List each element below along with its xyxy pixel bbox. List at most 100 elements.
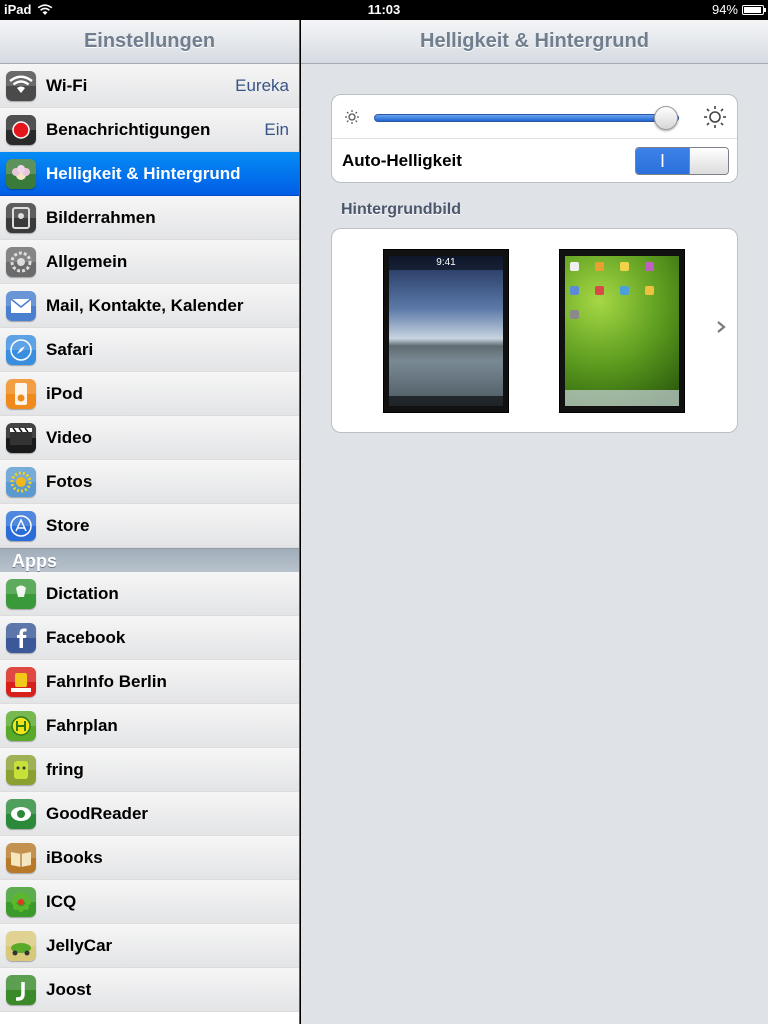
sidebar-item-allgemein[interactable]: Allgemein [0,240,299,284]
app-item-label: Dictation [46,583,119,603]
dragon-dictation-icon [6,578,36,609]
auto-brightness-toggle[interactable]: I [635,147,729,175]
app-item-goodreader[interactable]: GoodReader [0,792,299,836]
app-item-fahrinfo-berlin[interactable]: FahrInfo Berlin [0,660,299,704]
home-app-icon [595,262,604,271]
sidebar-item-label: Video [46,427,92,447]
home-app-icon [570,286,579,295]
fahrplan-icon [6,710,36,741]
safari-icon [6,334,36,365]
home-screen-wallpaper-preview[interactable] [559,249,685,413]
sidebar-item-label: Fotos [46,471,93,491]
picture-frame-icon [6,202,36,233]
facebook-icon [6,622,36,653]
home-app-icon [620,286,629,295]
settings-sidebar: Einstellungen Wi-Fi Eureka Benachrichtigun… [0,20,300,1024]
sidebar-item-label: Mail, Kontakte, Kalender [46,295,244,315]
sidebar-item-fotos[interactable]: Fotos [0,460,299,504]
brightness-group: Auto-Helligkeit I [331,94,738,183]
app-item-label: iBooks [46,847,103,867]
app-item-fahrplan[interactable]: Fahrplan [0,704,299,748]
sidebar-title: Einstellungen [0,20,299,64]
chevron-right-icon [717,321,726,333]
fring-icon [6,754,36,785]
status-time: 11:03 [367,2,401,17]
home-app-icon [595,286,604,295]
home-app-icon [570,262,579,271]
brightness-slider-thumb[interactable] [653,106,678,130]
sidebar-item-helligkeit-hintergrund[interactable]: Helligkeit & Hintergrund [0,152,299,196]
sun-large-icon [704,106,726,128]
joost-icon [6,974,36,1005]
auto-brightness-row: Auto-Helligkeit I [332,139,737,183]
notifications-icon [6,114,36,145]
icq-icon [6,886,36,917]
app-item-label: Joost [46,979,92,999]
home-app-icon [570,310,579,319]
auto-brightness-label: Auto-Helligkeit [342,151,462,170]
app-item-dictation[interactable]: Dictation [0,572,299,616]
sidebar-item-mail-kontakte-kalender[interactable]: Mail, Kontakte, Kalender [0,284,299,328]
app-store-icon [6,510,36,541]
app-item-label: GoodReader [46,803,149,823]
fahrinfo-icon [6,666,36,697]
gear-icon [6,246,36,277]
settings-list: Wi-Fi Eureka Benachrichtigungen Ein Helligke… [0,64,299,548]
app-item-label: Fahrplan [46,715,118,735]
mail-icon [6,290,36,321]
app-item-jellycar[interactable]: JellyCar [0,924,299,968]
wallpaper-group[interactable]: 9:41 [331,228,738,433]
lock-screen-wallpaper-preview[interactable]: 9:41 [383,249,509,413]
home-app-icon [645,262,654,271]
apps-list: Dictation Facebook FahrInfo Berlin Fahrplan… [0,572,299,1012]
app-item-label: JellyCar [46,935,113,955]
sidebar-item-ipod[interactable]: iPod [0,372,299,416]
sidebar-item-value: Ein [264,119,289,139]
sidebar-item-label: Allgemein [46,251,128,271]
sidebar-item-label: Wi-Fi [46,75,88,95]
sidebar-item-label: iPod [46,383,83,403]
brightness-slider-track[interactable] [374,114,679,122]
sidebar-item-value: Eureka [235,75,289,95]
toggle-knob [689,148,728,174]
app-item-joost[interactable]: Joost [0,968,299,1012]
status-bar: iPad 11:03 94% [0,0,768,20]
home-app-icon [620,262,629,271]
sidebar-item-safari[interactable]: Safari [0,328,299,372]
home-app-icon [645,286,654,295]
app-item-label: fring [46,759,84,779]
brightness-wallpaper-icon [6,158,36,189]
ipod-icon [6,378,36,409]
sidebar-item-label: Benachrichtigungen [46,119,211,139]
sidebar-item-label: Store [46,515,90,535]
sidebar-item-bilderrahmen[interactable]: Bilderrahmen [0,196,299,240]
video-icon [6,422,36,453]
apps-section-header: Apps [0,548,299,572]
battery-icon [742,4,766,15]
sidebar-item-store[interactable]: Store [0,504,299,548]
app-item-label: Facebook [46,627,126,647]
app-item-ibooks[interactable]: iBooks [0,836,299,880]
app-item-label: ICQ [46,891,77,911]
wifi-icon [6,70,36,101]
home-screen-dock [565,390,679,406]
toggle-on-glyph: I [636,148,689,174]
sidebar-item-label: Helligkeit & Hintergrund [46,163,241,183]
goodreader-icon [6,798,36,829]
sidebar-item-video[interactable]: Video [0,416,299,460]
app-item-facebook[interactable]: Facebook [0,616,299,660]
wallpaper-section-title: Hintergrundbild [341,201,461,218]
battery-percent: 94% [711,2,738,17]
app-item-label: FahrInfo Berlin [46,671,167,691]
sidebar-item-wi-fi[interactable]: Wi-Fi Eureka [0,64,299,108]
sidebar-item-label: Bilderrahmen [46,207,156,227]
lock-screen-clock: 9:41 [389,256,503,270]
app-item-fring[interactable]: fring [0,748,299,792]
sidebar-item-benachrichtigungen[interactable]: Benachrichtigungen Ein [0,108,299,152]
ibooks-icon [6,842,36,873]
photos-icon [6,466,36,497]
jellycar-icon [6,930,36,961]
brightness-slider-row [332,95,737,139]
lock-screen-slider-bar [389,396,503,406]
app-item-icq[interactable]: ICQ [0,880,299,924]
